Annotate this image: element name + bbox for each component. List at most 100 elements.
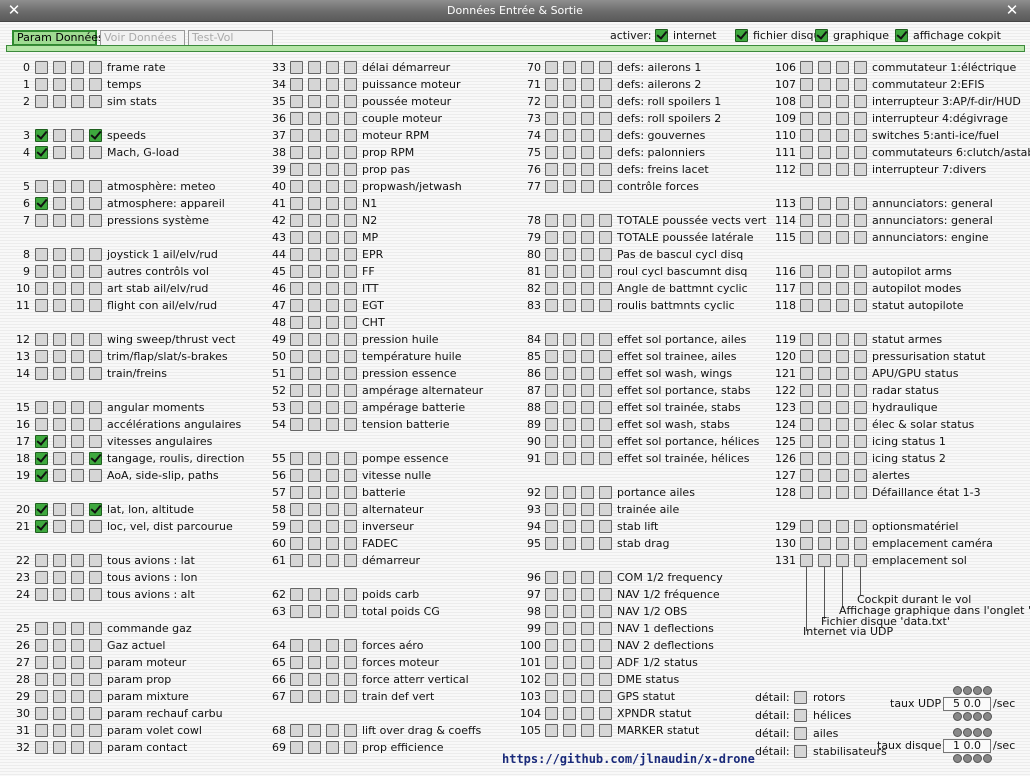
checkbox-internet[interactable] xyxy=(290,486,303,499)
checkbox-internet[interactable] xyxy=(290,78,303,91)
checkbox-graph[interactable] xyxy=(71,350,84,363)
checkbox-disk[interactable] xyxy=(563,588,576,601)
checkbox-disk[interactable] xyxy=(563,350,576,363)
checkbox-graph[interactable] xyxy=(326,690,339,703)
checkbox-internet[interactable] xyxy=(800,197,813,210)
checkbox-internet[interactable] xyxy=(35,724,48,737)
checkbox-disk[interactable] xyxy=(53,146,66,159)
checkbox-internet[interactable] xyxy=(545,282,558,295)
checkbox-graph[interactable] xyxy=(326,656,339,669)
checkbox-disk[interactable] xyxy=(818,333,831,346)
checkbox-internet[interactable] xyxy=(290,197,303,210)
checkbox-graph[interactable] xyxy=(326,554,339,567)
checkbox-disk[interactable] xyxy=(563,146,576,159)
checkbox-cockpit[interactable] xyxy=(854,163,867,176)
checkbox-disk[interactable] xyxy=(563,282,576,295)
checkbox-cockpit[interactable] xyxy=(89,724,102,737)
checkbox-disk[interactable] xyxy=(53,418,66,431)
checkbox-disk[interactable] xyxy=(308,129,321,142)
checkbox-cockpit[interactable] xyxy=(344,333,357,346)
checkbox-internet[interactable] xyxy=(290,520,303,533)
checkbox-cockpit[interactable] xyxy=(344,656,357,669)
checkbox-internet[interactable] xyxy=(290,129,303,142)
checkbox-graph[interactable] xyxy=(836,401,849,414)
checkbox-cockpit[interactable] xyxy=(344,350,357,363)
checkbox-cockpit[interactable] xyxy=(599,707,612,720)
checkbox-graph[interactable] xyxy=(581,180,594,193)
disk-down-arrow-icon[interactable] xyxy=(973,754,982,763)
disk-down-arrow-icon[interactable] xyxy=(983,754,992,763)
detail-helices-checkbox[interactable] xyxy=(794,709,807,722)
checkbox-internet[interactable] xyxy=(35,367,48,380)
checkbox-graph[interactable] xyxy=(581,707,594,720)
detail-stab-checkbox[interactable] xyxy=(794,745,807,758)
checkbox-disk[interactable] xyxy=(53,673,66,686)
checkbox-graph[interactable] xyxy=(836,197,849,210)
checkbox-internet[interactable] xyxy=(290,639,303,652)
checkbox-internet[interactable] xyxy=(290,316,303,329)
checkbox-cockpit[interactable] xyxy=(89,197,102,210)
checkbox-cockpit[interactable] xyxy=(344,112,357,125)
checkbox-disk[interactable] xyxy=(53,350,66,363)
checkbox-disk[interactable] xyxy=(563,214,576,227)
checkbox-internet[interactable] xyxy=(545,486,558,499)
checkbox-cockpit[interactable] xyxy=(344,163,357,176)
checkbox-cockpit[interactable] xyxy=(599,690,612,703)
checkbox-disk[interactable] xyxy=(563,605,576,618)
checkbox-disk[interactable] xyxy=(563,112,576,125)
checkbox-graph[interactable] xyxy=(836,299,849,312)
checkbox-disk[interactable] xyxy=(563,129,576,142)
checkbox-cockpit[interactable] xyxy=(344,418,357,431)
checkbox-cockpit[interactable] xyxy=(89,571,102,584)
checkbox-internet[interactable] xyxy=(35,707,48,720)
checkbox-internet[interactable] xyxy=(545,639,558,652)
checkbox-disk[interactable] xyxy=(818,299,831,312)
checkbox-graph[interactable] xyxy=(581,163,594,176)
checkbox-internet[interactable] xyxy=(290,418,303,431)
checkbox-graph[interactable] xyxy=(71,367,84,380)
checkbox-graph[interactable] xyxy=(71,418,84,431)
checkbox-graph[interactable] xyxy=(326,741,339,754)
checkbox-internet[interactable] xyxy=(290,503,303,516)
checkbox-internet[interactable] xyxy=(290,146,303,159)
udp-down-arrow-icon[interactable] xyxy=(973,712,982,721)
checkbox-internet[interactable] xyxy=(545,520,558,533)
checkbox-graph[interactable] xyxy=(581,78,594,91)
checkbox-internet[interactable] xyxy=(290,333,303,346)
checkbox-disk[interactable] xyxy=(818,197,831,210)
checkbox-disk[interactable] xyxy=(563,61,576,74)
checkbox-graph[interactable] xyxy=(71,707,84,720)
checkbox-disk[interactable] xyxy=(308,299,321,312)
checkbox-disk[interactable] xyxy=(53,299,66,312)
checkbox-cockpit[interactable] xyxy=(89,656,102,669)
checkbox-graph[interactable] xyxy=(71,452,84,465)
checkbox-cockpit[interactable] xyxy=(89,469,102,482)
checkbox-disk[interactable] xyxy=(308,452,321,465)
checkbox-internet[interactable] xyxy=(545,78,558,91)
checkbox-internet[interactable] xyxy=(545,384,558,397)
checkbox-internet[interactable] xyxy=(290,112,303,125)
checkbox-internet[interactable] xyxy=(800,282,813,295)
checkbox-internet[interactable] xyxy=(545,350,558,363)
checkbox-cockpit[interactable] xyxy=(89,741,102,754)
checkbox-internet[interactable] xyxy=(800,554,813,567)
checkbox-graph[interactable] xyxy=(71,673,84,686)
checkbox-cockpit[interactable] xyxy=(599,418,612,431)
checkbox-cockpit[interactable] xyxy=(599,656,612,669)
checkbox-cockpit[interactable] xyxy=(599,248,612,261)
checkbox-cockpit[interactable] xyxy=(344,724,357,737)
checkbox-internet[interactable] xyxy=(545,231,558,244)
checkbox-disk[interactable] xyxy=(308,639,321,652)
checkbox-graph[interactable] xyxy=(326,112,339,125)
checkbox-internet[interactable] xyxy=(290,95,303,108)
disk-rate-input[interactable]: 1 0.0 xyxy=(943,739,991,753)
activate-disk-checkbox[interactable] xyxy=(735,29,748,42)
checkbox-cockpit[interactable] xyxy=(344,690,357,703)
checkbox-disk[interactable] xyxy=(818,231,831,244)
checkbox-internet[interactable] xyxy=(290,180,303,193)
checkbox-disk[interactable] xyxy=(818,265,831,278)
checkbox-cockpit[interactable] xyxy=(89,639,102,652)
checkbox-graph[interactable] xyxy=(581,95,594,108)
checkbox-cockpit[interactable] xyxy=(599,214,612,227)
disk-down-arrow-icon[interactable] xyxy=(963,754,972,763)
